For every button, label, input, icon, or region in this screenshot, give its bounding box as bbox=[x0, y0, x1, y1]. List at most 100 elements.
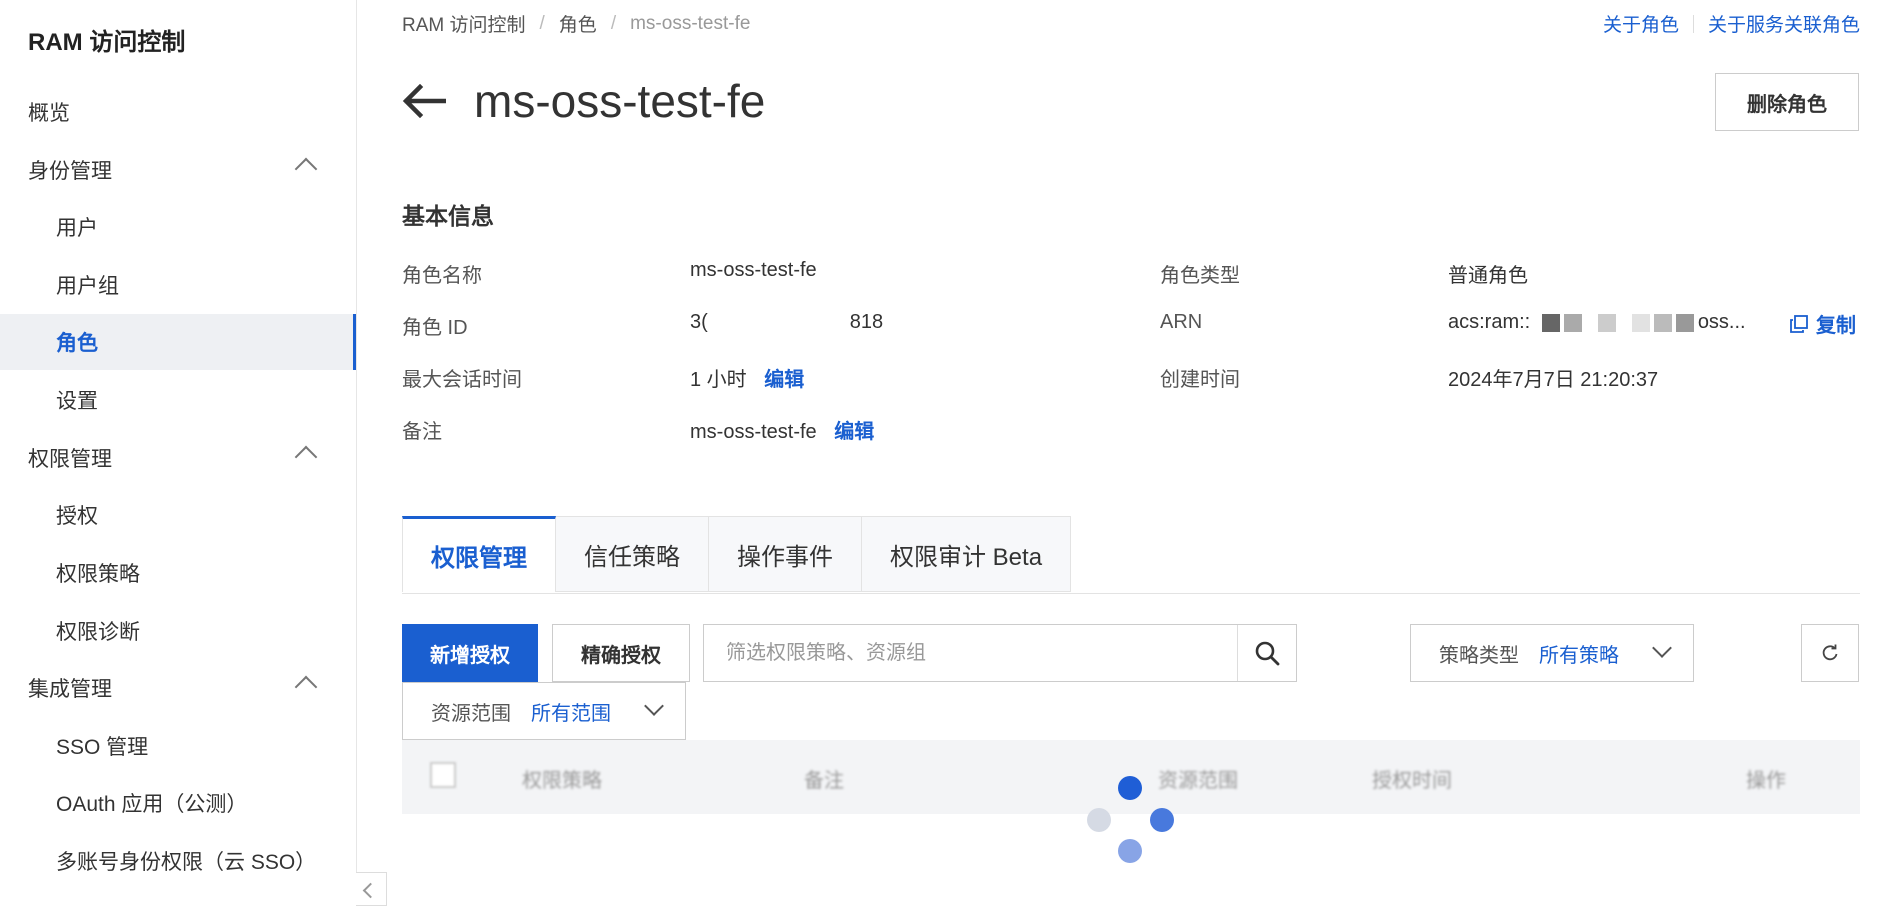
copy-label: 复制 bbox=[1816, 315, 1856, 337]
breadcrumb-separator: / bbox=[610, 12, 617, 34]
spinner-dot bbox=[1118, 776, 1142, 800]
section-title: 基本信息 bbox=[402, 203, 494, 229]
sidebar-group-label: 集成管理 bbox=[28, 678, 112, 701]
spinner-dot bbox=[1118, 839, 1142, 863]
tab-audit[interactable]: 权限审计 Beta bbox=[862, 516, 1072, 592]
tab-bar: 权限管理 信任策略 操作事件 权限审计 Beta bbox=[402, 516, 1072, 594]
sidebar-item-settings[interactable]: 设置 bbox=[0, 372, 356, 428]
tab-trust-policy[interactable]: 信任策略 bbox=[556, 516, 709, 592]
spinner-dot bbox=[1087, 808, 1111, 832]
search-button[interactable] bbox=[1237, 625, 1296, 681]
role-id-value: 3( 818 bbox=[690, 311, 883, 334]
redacted-block bbox=[1675, 313, 1694, 332]
arn-suffix: oss... bbox=[1697, 311, 1746, 333]
breadcrumb-current: ms-oss-test-fe bbox=[630, 12, 751, 34]
sidebar-group-permissions[interactable]: 权限管理 bbox=[0, 430, 356, 486]
chevron-up-icon bbox=[294, 157, 318, 181]
refresh-icon bbox=[1822, 644, 1838, 661]
policy-type-value: 所有策略 bbox=[1539, 644, 1619, 667]
remark-value: ms-oss-test-fe 编辑 bbox=[690, 415, 874, 444]
about-service-role-link[interactable]: 关于服务关联角色 bbox=[1708, 10, 1860, 37]
sidebar-item-policies[interactable]: 权限策略 bbox=[0, 545, 356, 601]
redacted-block bbox=[1597, 313, 1616, 332]
top-links: 关于角色 关于服务关联角色 bbox=[1603, 10, 1860, 37]
scope-value: 所有范围 bbox=[531, 702, 611, 725]
app-title: RAM 访问控制 bbox=[28, 29, 186, 56]
sidebar-group-label: 身份管理 bbox=[28, 160, 112, 183]
max-session-text: 1 小时 bbox=[690, 369, 747, 391]
arn-label: ARN bbox=[1160, 311, 1203, 333]
sidebar: RAM 访问控制 概览 身份管理 用户 用户组 角色 设置 权限管理 授权 权限… bbox=[0, 0, 357, 904]
copy-arn-button[interactable]: 复制 bbox=[1790, 309, 1856, 338]
created-value: 2024年7月7日 21:20:37 bbox=[1448, 369, 1659, 391]
sidebar-item-sso[interactable]: SSO 管理 bbox=[0, 718, 356, 774]
about-role-link[interactable]: 关于角色 bbox=[1603, 10, 1679, 37]
search-input[interactable] bbox=[704, 625, 1237, 681]
chevron-down-icon bbox=[644, 696, 664, 716]
edit-session-link[interactable]: 编辑 bbox=[764, 369, 804, 391]
divider bbox=[402, 593, 1860, 594]
role-name-label: 角色名称 bbox=[402, 265, 482, 287]
sidebar-item-user-groups[interactable]: 用户组 bbox=[0, 257, 356, 313]
select-all-checkbox[interactable] bbox=[430, 762, 456, 788]
refresh-button[interactable] bbox=[1801, 624, 1859, 682]
edit-remark-link[interactable]: 编辑 bbox=[834, 421, 874, 443]
chevron-down-icon bbox=[1652, 638, 1672, 658]
add-permission-button[interactable]: 新增授权 bbox=[402, 624, 538, 682]
role-name-value: ms-oss-test-fe bbox=[690, 259, 817, 281]
sidebar-item-users[interactable]: 用户 bbox=[0, 199, 356, 255]
remark-text: ms-oss-test-fe bbox=[690, 421, 817, 443]
redacted-block bbox=[1631, 313, 1650, 332]
role-type-label: 角色类型 bbox=[1160, 265, 1240, 287]
role-id-suffix: 818 bbox=[849, 311, 884, 333]
divider bbox=[1692, 14, 1694, 33]
search-icon bbox=[1255, 641, 1280, 666]
page-title: ms-oss-test-fe bbox=[474, 75, 766, 127]
arn-value: acs:ram:: oss... bbox=[1448, 311, 1746, 334]
arn-prefix: acs:ram:: bbox=[1448, 311, 1531, 333]
resource-scope-select[interactable]: 资源范围 所有范围 bbox=[402, 682, 686, 740]
column-header: 操作 bbox=[1746, 770, 1786, 792]
sidebar-item-cloud-sso[interactable]: 多账号身份权限（云 SSO） bbox=[0, 833, 356, 889]
role-id-label: 角色 ID bbox=[402, 317, 468, 339]
role-id-prefix: 3( bbox=[690, 311, 708, 333]
column-header: 权限策略 bbox=[522, 770, 602, 792]
back-arrow-icon[interactable] bbox=[402, 84, 446, 118]
chevron-up-icon bbox=[294, 445, 318, 469]
chevron-up-icon bbox=[294, 675, 318, 699]
scope-label: 资源范围 bbox=[431, 702, 511, 725]
breadcrumb-separator: / bbox=[539, 12, 545, 34]
tab-events[interactable]: 操作事件 bbox=[709, 516, 862, 592]
max-session-value: 1 小时 编辑 bbox=[690, 363, 804, 392]
policy-type-select[interactable]: 策略类型 所有策略 bbox=[1410, 624, 1694, 682]
sidebar-item-overview[interactable]: 概览 bbox=[0, 84, 356, 140]
breadcrumb-item[interactable]: 角色 bbox=[559, 10, 597, 37]
breadcrumb: RAM 访问控制 / 角色 / ms-oss-test-fe bbox=[402, 10, 750, 37]
role-type-value: 普通角色 bbox=[1448, 265, 1528, 287]
redacted-block bbox=[1563, 313, 1582, 332]
loading-spinner bbox=[1084, 776, 1184, 876]
max-session-label: 最大会话时间 bbox=[402, 369, 522, 391]
remark-label: 备注 bbox=[402, 421, 442, 443]
breadcrumb-item[interactable]: RAM 访问控制 bbox=[402, 10, 526, 37]
tab-permissions[interactable]: 权限管理 bbox=[402, 516, 556, 592]
sidebar-item-grants[interactable]: 授权 bbox=[0, 487, 356, 543]
sidebar-item-oauth[interactable]: OAuth 应用（公测） bbox=[0, 775, 356, 831]
sidebar-group-integration[interactable]: 集成管理 bbox=[0, 660, 356, 716]
redacted-block bbox=[1653, 313, 1672, 332]
delete-role-button[interactable]: 删除角色 bbox=[1715, 73, 1859, 131]
column-header: 备注 bbox=[804, 770, 844, 792]
sidebar-group-label: 权限管理 bbox=[28, 448, 112, 471]
precise-permission-button[interactable]: 精确授权 bbox=[552, 624, 690, 682]
spinner-dot bbox=[1150, 808, 1174, 832]
sidebar-group-identity[interactable]: 身份管理 bbox=[0, 142, 356, 198]
created-label: 创建时间 bbox=[1160, 369, 1240, 391]
column-header: 授权时间 bbox=[1372, 770, 1452, 792]
sidebar-item-diagnosis[interactable]: 权限诊断 bbox=[0, 603, 356, 659]
copy-icon bbox=[1790, 314, 1808, 333]
search-box bbox=[703, 624, 1297, 682]
sidebar-collapse-button[interactable] bbox=[356, 872, 387, 906]
policy-type-label: 策略类型 bbox=[1439, 644, 1519, 667]
redacted-block bbox=[1541, 313, 1560, 332]
sidebar-item-roles[interactable]: 角色 bbox=[0, 314, 356, 370]
